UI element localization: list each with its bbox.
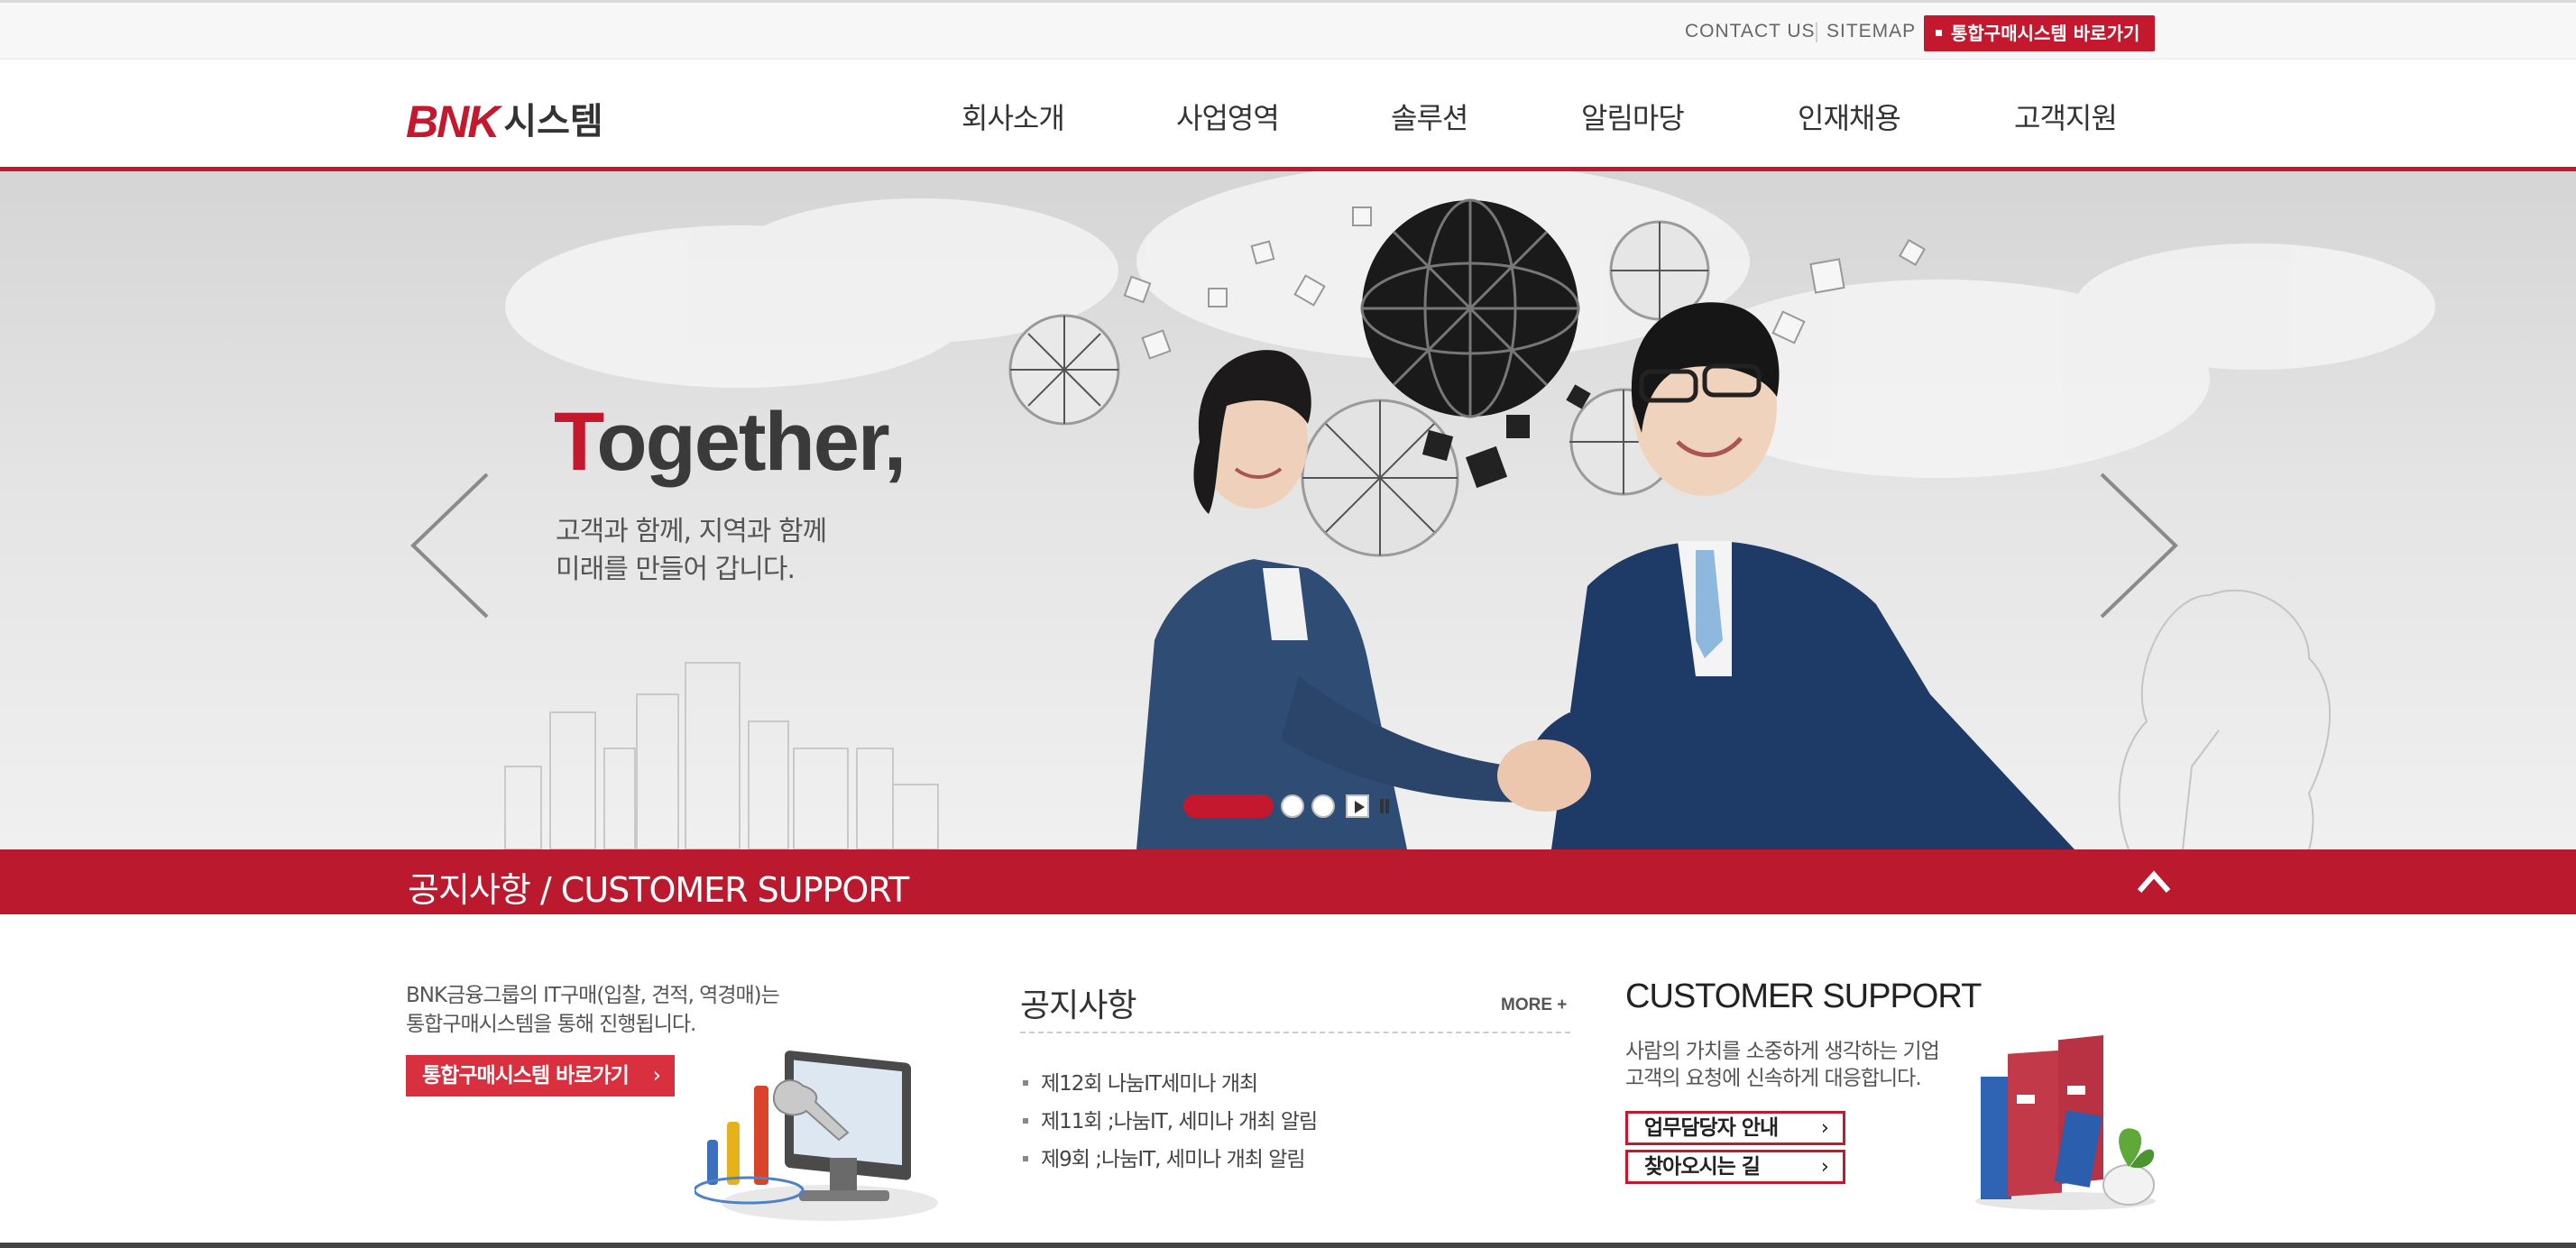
arrow-right-icon[interactable] bbox=[2093, 469, 2183, 622]
directions-button[interactable]: 찾아오시는 길 › bbox=[1625, 1150, 1845, 1184]
slide-indicator bbox=[1183, 792, 1418, 822]
purchase-system-button[interactable]: 통합구매시스템 바로가기 › bbox=[406, 1055, 675, 1097]
contact-us-link[interactable]: CONTACT US bbox=[1685, 21, 1816, 42]
hero-banner: Together, 고객과 함께, 지역과 함께 미래를 만들어 갑니다. bbox=[0, 171, 2576, 849]
notice-item-text: 제12회 나눔IT세미나 개최 bbox=[1041, 1072, 1258, 1096]
notice-item-text: 제11회 ;나눔IT, 세미나 개최 알림 bbox=[1041, 1110, 1318, 1133]
purchase-system-shortcut-button[interactable]: 통합구매시스템 바로가기 bbox=[1924, 15, 2155, 51]
bullet-square-icon bbox=[1936, 30, 1942, 36]
arrow-left-icon[interactable] bbox=[406, 469, 496, 622]
support-title: CUSTOMER SUPPORT bbox=[1625, 977, 1982, 1015]
chevron-right-icon: › bbox=[1820, 1116, 1829, 1140]
purchase-text-line-1: BNK금융그룹의 IT구매(입찰, 견적, 역경매)는 bbox=[406, 984, 780, 1007]
page: CONTACT US SITEMAP 통합구매시스템 바로가기 BNK 시스템 회… bbox=[0, 0, 2576, 1248]
hero-illustration bbox=[504, 171, 2435, 849]
sitemap-link[interactable]: SITEMAP bbox=[1826, 21, 1916, 42]
logo[interactable]: BNK 시스템 bbox=[406, 92, 603, 147]
notice-item-text: 제9회 ;나눔IT, 세미나 개최 알림 bbox=[1041, 1148, 1306, 1171]
chevron-right-icon: › bbox=[652, 1064, 661, 1087]
hero-title: Together, bbox=[554, 395, 906, 490]
nav-recruit[interactable]: 인재채용 bbox=[1798, 96, 1901, 137]
hero-title-first-letter: T bbox=[554, 396, 598, 488]
band-title: 공지사항 / CUSTOMER SUPPORT bbox=[408, 870, 909, 910]
binders-illustration bbox=[1975, 1035, 2156, 1210]
bullet-square-icon bbox=[1023, 1156, 1028, 1161]
play-icon[interactable] bbox=[1346, 794, 1369, 818]
nav-notice[interactable]: 알림마당 bbox=[1581, 96, 1685, 137]
notice-item[interactable]: 제11회 ;나눔IT, 세미나 개최 알림 bbox=[1023, 1104, 1318, 1134]
nav-company[interactable]: 회사소개 bbox=[961, 96, 1065, 137]
support-text-line-1: 사람의 가치를 소중하게 생각하는 기업 bbox=[1625, 1040, 1940, 1063]
chevron-up-icon[interactable] bbox=[2134, 866, 2174, 898]
notice-item[interactable]: 제12회 나눔IT세미나 개최 bbox=[1023, 1066, 1258, 1097]
logo-korean: 시스템 bbox=[503, 101, 603, 142]
slide-dot-active[interactable] bbox=[1183, 794, 1274, 818]
notice-item[interactable]: 제9회 ;나눔IT, 세미나 개최 알림 bbox=[1023, 1142, 1306, 1172]
hero-title-rest: ogether, bbox=[596, 396, 906, 488]
notice-more-link[interactable]: MORE + bbox=[1501, 996, 1567, 1015]
utility-divider bbox=[1816, 23, 1817, 42]
staff-guide-button[interactable]: 업무담당자 안내 › bbox=[1625, 1111, 1845, 1145]
support-text-line-2: 고객의 요청에 신속하게 대응합니다. bbox=[1625, 1067, 1922, 1090]
bullet-square-icon bbox=[1023, 1080, 1028, 1086]
notice-divider bbox=[1020, 1032, 1570, 1033]
utility-bar: CONTACT US SITEMAP 통합구매시스템 바로가기 bbox=[0, 0, 2576, 60]
purchase-system-shortcut-label: 통합구매시스템 바로가기 bbox=[1951, 23, 2140, 44]
purchase-text-line-2: 통합구매시스템을 통해 진행됩니다. bbox=[406, 1013, 696, 1036]
hero-subtitle-line-2: 미래를 만들어 갑니다. bbox=[556, 554, 796, 585]
nav-business[interactable]: 사업영역 bbox=[1176, 96, 1280, 137]
section-band: 공지사항 / CUSTOMER SUPPORT bbox=[0, 849, 2576, 914]
header: BNK 시스템 회사소개 사업영역 솔루션 알림마당 인재채용 고객지원 bbox=[0, 60, 2576, 171]
pause-icon[interactable] bbox=[1378, 799, 1391, 813]
content-area: BNK금융그룹의 IT구매(입찰, 견적, 역경매)는 통합구매시스템을 통해 … bbox=[0, 914, 2576, 1244]
logo-english: BNK bbox=[406, 96, 500, 147]
purchase-system-button-label: 통합구매시스템 바로가기 bbox=[422, 1064, 630, 1087]
slide-dot[interactable] bbox=[1281, 794, 1304, 818]
footer-divider bbox=[0, 1243, 2576, 1248]
notice-title: 공지사항 bbox=[1020, 987, 1136, 1024]
bullet-square-icon bbox=[1023, 1118, 1028, 1124]
directions-button-label: 찾아오시는 길 bbox=[1644, 1155, 1761, 1179]
nav-solution[interactable]: 솔루션 bbox=[1391, 96, 1468, 137]
nav-support[interactable]: 고객지원 bbox=[2014, 96, 2118, 137]
chevron-right-icon: › bbox=[1820, 1155, 1829, 1179]
hero-subtitle-line-1: 고객과 함께, 지역과 함께 bbox=[556, 516, 827, 547]
monitor-chart-illustration bbox=[695, 1051, 938, 1221]
staff-guide-button-label: 업무담당자 안내 bbox=[1644, 1116, 1779, 1140]
slide-dot[interactable] bbox=[1311, 794, 1335, 818]
